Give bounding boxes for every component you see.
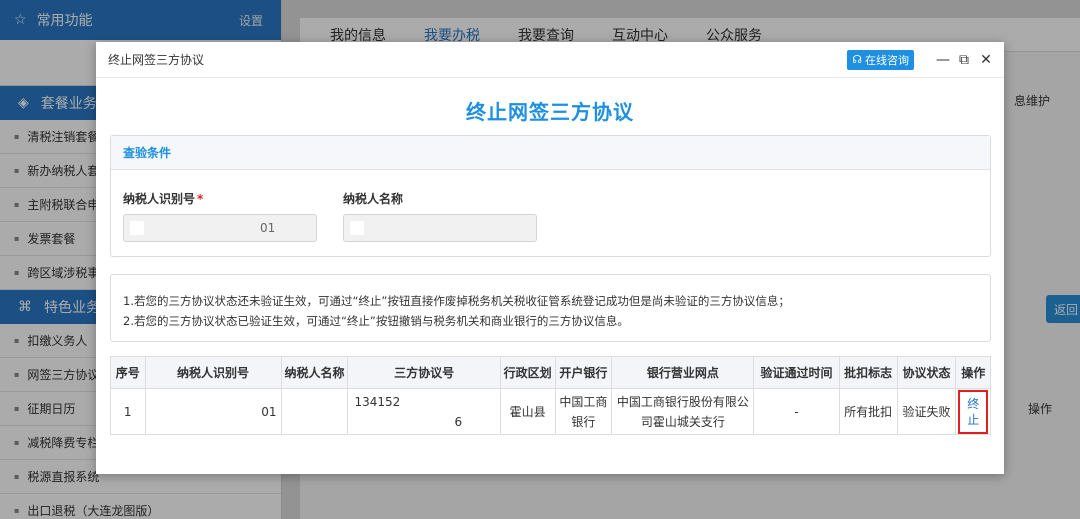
page-title: 终止网签三方协议 — [466, 100, 634, 124]
close-icon[interactable]: ✕ — [980, 52, 992, 68]
cell-bank: 中国工商银行 — [554, 388, 613, 435]
cell-agreement-no-suffix: 6 — [454, 414, 463, 429]
headset-icon: ☊ — [852, 53, 862, 66]
col-header-index: 序号 — [110, 356, 146, 389]
col-header-taxpayer-id: 纳税人识别号 — [144, 356, 282, 389]
cell-action: 终止 — [955, 388, 991, 435]
cell-status: 验证失败 — [896, 388, 957, 435]
terminate-agreement-modal: 终止网签三方协议 ☊ 在线咨询 — ⧉ ✕ 终止网签三方协议 查验条件 纳税人识… — [96, 42, 1004, 474]
taxpayer-name-field: 纳税人名称 — [343, 190, 537, 242]
col-header-agreement-no: 三方协议号 — [347, 356, 501, 389]
notice-panel: 1.若您的三方协议状态还未验证生效，可通过“终止”按钮直接作废掉税务机关税收征管… — [110, 274, 991, 342]
query-conditions-panel: 查验条件 纳税人识别号 * 01 纳税人名称 — [110, 135, 991, 257]
col-header-action: 操作 — [955, 356, 991, 389]
cell-index: 1 — [110, 388, 146, 435]
cell-agreement-no-prefix: 134152 — [354, 394, 401, 409]
minimize-icon[interactable]: — — [936, 52, 950, 68]
taxpayer-id-label: 纳税人识别号 * — [123, 190, 317, 207]
maximize-icon[interactable]: ⧉ — [958, 52, 970, 68]
redaction-mask — [130, 221, 144, 235]
cell-branch: 中国工商银行股份有限公司霍山城关支行 — [611, 388, 755, 435]
cell-taxpayer-name — [280, 388, 349, 435]
taxpayer-id-label-text: 纳税人识别号 — [123, 192, 196, 206]
col-header-status: 协议状态 — [896, 356, 957, 389]
col-header-bank: 开户银行 — [554, 356, 613, 389]
redaction-mask — [350, 221, 364, 235]
query-conditions-header: 查验条件 — [111, 136, 990, 170]
cell-batch-flag: 所有批扣 — [838, 388, 898, 435]
table-row: 1 01 134152 6 霍山县 中国工商银行 中国工商银行股份有限公司霍山城关… — [110, 388, 991, 435]
terminate-link[interactable]: 终止 — [958, 389, 988, 434]
cell-verify-time: - — [753, 388, 840, 435]
modal-header: 终止网签三方协议 ☊ 在线咨询 — ⧉ ✕ — [96, 42, 1004, 78]
cell-region: 霍山县 — [499, 388, 556, 435]
table-header-row: 序号 纳税人识别号 纳税人名称 三方协议号 行政区划 开户银行 银行营业网点 验… — [110, 356, 991, 389]
notice-line-1: 1.若您的三方协议状态还未验证生效，可通过“终止”按钮直接作废掉税务机关税收征管… — [123, 294, 790, 308]
cell-taxpayer-id-value: 01 — [261, 404, 277, 419]
notice-line-2: 2.若您的三方协议状态已验证生效，可通过“终止”按钮撤销与税务机关和商业银行的三… — [123, 314, 629, 328]
col-header-branch: 银行营业网点 — [611, 356, 755, 389]
taxpayer-name-input[interactable] — [343, 214, 537, 242]
modal-window-title: 终止网签三方协议 — [108, 53, 205, 67]
taxpayer-id-input[interactable]: 01 — [123, 214, 317, 242]
col-header-taxpayer-name: 纳税人名称 — [280, 356, 349, 389]
online-consult-label: 在线咨询 — [865, 53, 909, 67]
col-header-verify-time: 验证通过时间 — [753, 356, 840, 389]
taxpayer-id-field: 纳税人识别号 * 01 — [123, 190, 317, 242]
col-header-region: 行政区划 — [499, 356, 556, 389]
cell-agreement-no: 134152 6 — [347, 388, 501, 435]
required-mark: * — [197, 192, 204, 206]
online-consult-button[interactable]: ☊ 在线咨询 — [847, 49, 914, 70]
col-header-batch-flag: 批扣标志 — [838, 356, 898, 389]
taxpayer-name-label: 纳税人名称 — [343, 192, 404, 206]
cell-taxpayer-id: 01 — [144, 388, 282, 435]
agreement-table: 序号 纳税人识别号 纳税人名称 三方协议号 行政区划 开户银行 银行营业网点 验… — [110, 356, 991, 435]
taxpayer-id-value: 01 — [260, 221, 276, 235]
